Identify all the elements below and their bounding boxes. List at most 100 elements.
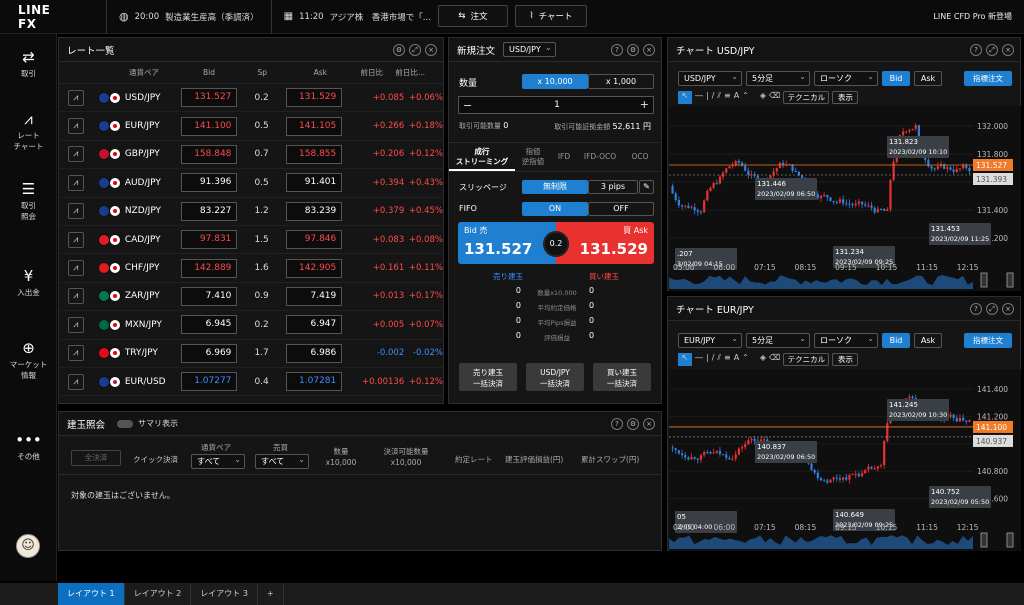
candlestick-chart[interactable]: 141.400141.200141.000140.800140.600141.1… <box>669 369 1021 551</box>
ask-toggle[interactable]: Ask <box>914 333 942 348</box>
chart-line-icon[interactable]: ⩘ <box>68 203 84 220</box>
eraser-icon[interactable]: ◈ <box>760 353 766 366</box>
ask-toggle[interactable]: Ask <box>914 71 942 86</box>
chart-button[interactable]: ⌇ チャート <box>515 5 587 27</box>
bid-price-box[interactable]: 97.831 <box>181 230 238 250</box>
chart-type-select[interactable]: ローソク <box>814 332 878 348</box>
close-icon[interactable]: × <box>643 418 655 430</box>
candlestick-chart[interactable]: 132.000131.800131.600131.400131.200131.5… <box>669 106 1021 291</box>
sidebar-item-trade[interactable]: ⇄ 取引 <box>0 48 57 79</box>
chart-line-icon[interactable]: ⩘ <box>68 373 84 390</box>
close-icon[interactable]: × <box>643 44 655 56</box>
channel-icon[interactable]: ⫽ <box>717 353 721 366</box>
trendline-icon[interactable]: / <box>712 353 715 366</box>
settle-all-button[interactable]: 全決済 <box>71 450 121 466</box>
bid-toggle[interactable]: Bid <box>882 71 910 86</box>
bid-price-box[interactable]: 158.848 <box>181 144 238 164</box>
hline-icon[interactable]: ― <box>695 353 703 366</box>
tab-layout-1[interactable]: レイアウト 1 <box>58 583 125 605</box>
indicator-order-button[interactable]: 指標注文 <box>964 71 1012 86</box>
tab-oco[interactable]: OCO <box>623 143 657 171</box>
rate-row[interactable]: ⩘ ZAR/JPY 7.410 0.9 7.419 +0.013 +0.17% <box>59 283 443 312</box>
text-icon[interactable]: A <box>734 91 739 104</box>
sidebar-item-history[interactable]: ☰ 取引 照会 <box>0 180 57 222</box>
close-icon[interactable]: × <box>1002 303 1014 315</box>
chart-line-icon[interactable]: ⩘ <box>68 231 84 248</box>
bulk-close-buy-button[interactable]: 買い建玉 一括決済 <box>593 363 651 391</box>
vline-icon[interactable]: | <box>706 91 709 104</box>
side-filter-select[interactable]: すべて <box>255 453 309 469</box>
order-button[interactable]: ⇆ 注文 <box>438 5 508 27</box>
expand-icon[interactable]: ⤢ <box>986 44 998 56</box>
help-icon[interactable]: ? <box>970 44 982 56</box>
rate-row[interactable]: ⩘ NZD/JPY 83.227 1.2 83.239 +0.379 +0.45… <box>59 198 443 226</box>
bulk-close-sell-button[interactable]: 売り建玉 一括決済 <box>459 363 517 391</box>
chart-line-icon[interactable]: ⩘ <box>68 89 84 106</box>
rate-row[interactable]: ⩘ GBP/JPY 158.848 0.7 158.855 +0.206 +0.… <box>59 141 443 170</box>
qty-value[interactable]: 1 <box>459 100 655 110</box>
sidebar-item-deposit[interactable]: ¥ 入出金 <box>0 267 57 298</box>
cursor-icon[interactable]: ↖ <box>678 91 692 104</box>
bid-price-box[interactable]: 131.527 <box>181 88 238 108</box>
news-ticker-1[interactable]: ◍ 20:00 製造業生産高（季調済） <box>106 0 271 34</box>
ask-price-box[interactable]: 6.986 <box>285 343 343 363</box>
rate-row[interactable]: ⩘ CHF/JPY 142.889 1.6 142.905 +0.161 +0.… <box>59 254 443 283</box>
rate-row[interactable]: ⩘ EUR/JPY 141.100 0.5 141.105 +0.266 +0.… <box>59 112 443 141</box>
gear-icon[interactable]: ⚙ <box>627 418 639 430</box>
pair-filter-select[interactable]: すべて <box>191 453 245 469</box>
technical-button[interactable]: テクニカル <box>783 353 830 366</box>
bid-toggle[interactable]: Bid <box>882 333 910 348</box>
tab-layout-3[interactable]: レイアウト 3 <box>191 583 258 605</box>
bid-price-box[interactable]: 83.227 <box>181 201 238 221</box>
close-icon[interactable]: × <box>1002 44 1014 56</box>
wave-icon[interactable]: ⌃ <box>742 353 749 366</box>
ask-price-box[interactable]: 1.07281 <box>285 372 343 392</box>
chart-pair-select[interactable]: EUR/JPY <box>678 332 742 348</box>
timeframe-select[interactable]: 5分足 <box>746 332 810 348</box>
sidebar-item-rate-chart[interactable]: ⩘ レート チャート <box>0 110 57 152</box>
ask-price-box[interactable]: 141.105 <box>285 116 343 136</box>
help-icon[interactable]: ? <box>611 44 623 56</box>
ask-price-box[interactable]: 158.855 <box>285 144 343 164</box>
ask-price-box[interactable]: 7.419 <box>285 286 343 306</box>
sidebar-item-market[interactable]: ⊕ マーケット 情報 <box>0 339 57 381</box>
bulk-close-pair-button[interactable]: USD/JPY 一括決済 <box>526 363 584 391</box>
rate-row[interactable]: ⩘ AUD/JPY 91.396 0.5 91.401 +0.394 +0.43… <box>59 169 443 198</box>
plus-icon[interactable]: + <box>640 98 649 111</box>
chart-line-icon[interactable]: ⩘ <box>68 316 84 333</box>
indicator-order-button[interactable]: 指標注文 <box>964 333 1012 348</box>
rate-row[interactable]: ⩘ TRY/JPY 6.969 1.7 6.986 -0.002 -0.02% <box>59 340 443 368</box>
rate-row[interactable]: ⩘ USD/JPY 131.527 0.2 131.529 +0.085 +0.… <box>59 84 443 113</box>
bid-price-box[interactable]: 142.889 <box>181 258 238 278</box>
bid-price-box[interactable]: 1.07277 <box>181 372 238 392</box>
ask-price-box[interactable]: 91.401 <box>285 173 343 193</box>
chart-line-icon[interactable]: ⩘ <box>68 345 84 362</box>
expand-icon[interactable]: ⤢ <box>986 303 998 315</box>
chart-line-icon[interactable]: ⩘ <box>68 174 84 191</box>
sidebar-item-other[interactable]: ••• その他 <box>0 431 57 462</box>
slippage-3pips[interactable]: 3 pips <box>588 180 638 194</box>
ask-price-box[interactable]: 83.239 <box>285 201 343 221</box>
display-button[interactable]: 表示 <box>832 353 859 366</box>
bid-price-box[interactable]: 141.100 <box>181 116 238 136</box>
chart-line-icon[interactable]: ⩘ <box>68 118 84 135</box>
chart-pair-select[interactable]: USD/JPY <box>678 70 742 86</box>
pair-select[interactable]: USD/JPY <box>503 41 556 57</box>
rate-row[interactable]: ⩘ MXN/JPY 6.945 0.2 6.947 +0.005 +0.07% <box>59 311 443 340</box>
chart-line-icon[interactable]: ⩘ <box>68 146 84 163</box>
news-ticker-2[interactable]: ▦ 11:20 アジア株 香港市場で「... <box>270 0 443 34</box>
fifo-off[interactable]: OFF <box>588 202 654 216</box>
ask-price-box[interactable]: 131.529 <box>285 88 343 108</box>
hline-icon[interactable]: ― <box>695 91 703 104</box>
avatar[interactable]: ☺ <box>16 534 40 558</box>
display-button[interactable]: 表示 <box>832 91 859 104</box>
text-icon[interactable]: A <box>734 353 739 366</box>
gear-icon[interactable]: ⚙ <box>627 44 639 56</box>
fifo-on[interactable]: ON <box>522 202 588 216</box>
timeframe-select[interactable]: 5分足 <box>746 70 810 86</box>
tab-market-streaming[interactable]: 成行 ストリーミング <box>449 143 515 171</box>
bid-price-box[interactable]: 91.396 <box>181 173 238 193</box>
vline-icon[interactable]: | <box>706 353 709 366</box>
chart-type-select[interactable]: ローソク <box>814 70 878 86</box>
rate-row[interactable]: ⩘ EUR/USD 1.07277 0.4 1.07281 +0.00136 +… <box>59 368 443 397</box>
